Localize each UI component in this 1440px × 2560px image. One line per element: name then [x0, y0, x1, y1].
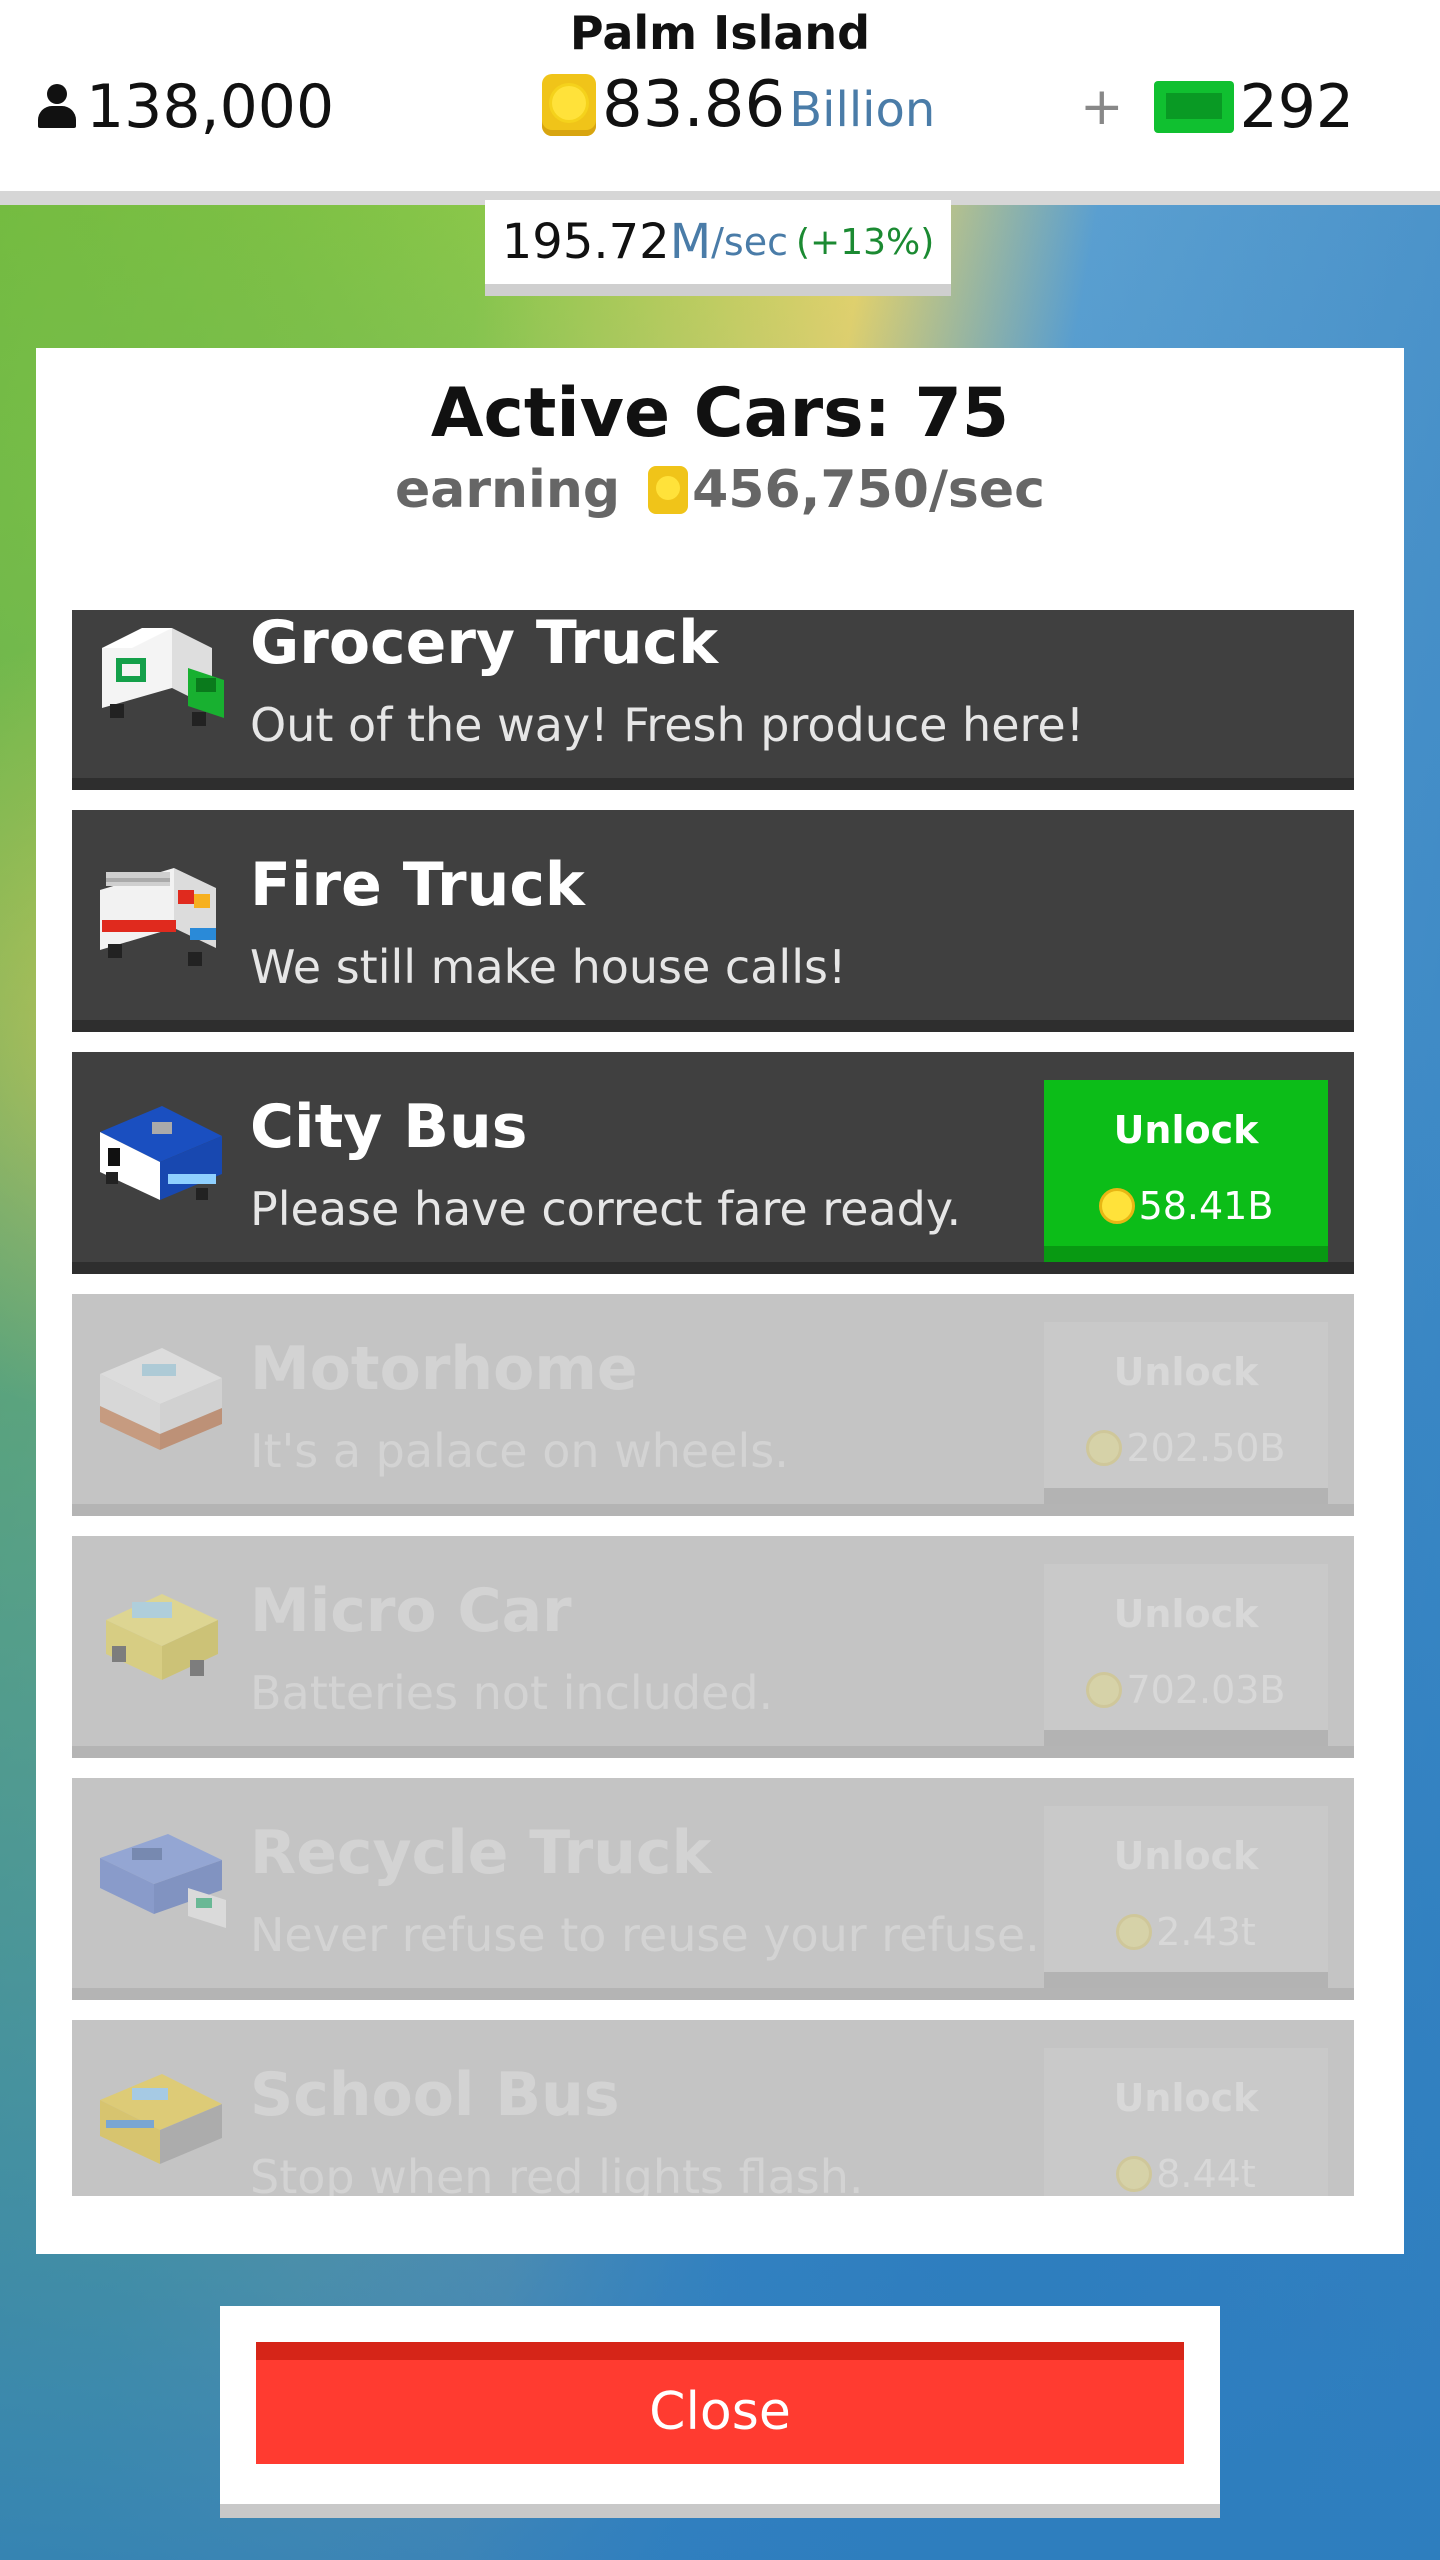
vehicle-row-recycle-truck: Recycle Truck Never refuse to reuse your…	[72, 1778, 1354, 2000]
panel-title: Active Cars: 75	[430, 374, 1010, 453]
unlock-label: Unlock	[1113, 2076, 1259, 2120]
vehicle-row-micro-car: Micro Car Batteries not included. Unlock…	[72, 1536, 1354, 1758]
unlock-price: 8.44t	[1044, 2152, 1328, 2196]
population-value: 138,000	[86, 72, 335, 142]
unlock-city-bus-button[interactable]: Unlock 58.41B	[1044, 1080, 1328, 1262]
vehicle-row-fire-truck: Fire Truck We still make house calls!	[72, 810, 1354, 1032]
recycle-truck-icon	[100, 1834, 226, 1928]
vehicle-name: Fire Truck	[250, 850, 585, 920]
school-bus-icon	[100, 2074, 222, 2164]
income-rate-tab: 195.72 M /sec (+13%)	[485, 200, 951, 296]
coin-icon	[542, 74, 596, 136]
unlock-recycle-truck-button[interactable]: Unlock 2.43t	[1044, 1806, 1328, 1988]
unlock-price: 702.03B	[1044, 1668, 1328, 1712]
vehicle-desc: Please have correct fare ready.	[250, 1182, 962, 1236]
cash-bill-icon	[1153, 81, 1234, 133]
active-cars-panel: Active Cars: 75 earning 456,750/sec Groc…	[36, 348, 1404, 2254]
rate-value: 195.72	[501, 214, 670, 270]
unlock-motorhome-button[interactable]: Unlock 202.50B	[1044, 1322, 1328, 1504]
vehicle-desc: Stop when red lights flash.	[250, 2150, 864, 2196]
add-cash-plus[interactable]: +	[1080, 77, 1124, 137]
vehicle-desc: Never refuse to reuse your refuse.	[250, 1908, 1040, 1962]
vehicle-list[interactable]: Grocery Truck Out of the way! Fresh prod…	[72, 610, 1354, 2196]
earning-line: earning 456,750/sec	[36, 460, 1404, 520]
unlock-price: 58.41B	[1044, 1184, 1328, 1228]
vehicle-desc: Batteries not included.	[250, 1666, 774, 1720]
population-display: 138,000	[36, 72, 334, 142]
vehicle-row-grocery-truck: Grocery Truck Out of the way! Fresh prod…	[72, 610, 1354, 790]
coin-icon	[1116, 1914, 1153, 1950]
coin-icon	[1116, 2156, 1153, 2192]
vehicle-name: School Bus	[250, 2060, 620, 2130]
vehicle-name: Motorhome	[250, 1334, 638, 1404]
vehicle-name: City Bus	[250, 1092, 528, 1162]
vehicle-row-motorhome: Motorhome It's a palace on wheels. Unloc…	[72, 1294, 1354, 1516]
money-value: 83.86	[602, 68, 786, 142]
coin-icon	[1086, 1430, 1123, 1466]
unlock-micro-car-button[interactable]: Unlock 702.03B	[1044, 1564, 1328, 1746]
unlock-price-value: 8.44t	[1156, 2152, 1256, 2196]
close-button-container: Close	[220, 2306, 1220, 2518]
unlock-label: Unlock	[1113, 1108, 1259, 1152]
rate-bonus: (+13%)	[795, 221, 935, 263]
unlock-label: Unlock	[1113, 1350, 1259, 1394]
vehicle-desc: It's a palace on wheels.	[250, 1424, 789, 1478]
coin-icon	[1086, 1672, 1123, 1708]
money-unit: Billion	[789, 82, 936, 138]
motorhome-icon	[100, 1348, 222, 1450]
vehicle-row-city-bus: City Bus Please have correct fare ready.…	[72, 1052, 1354, 1274]
unlock-price: 202.50B	[1044, 1426, 1328, 1470]
money-display: 83.86 Billion	[542, 68, 935, 142]
cash-value: 292	[1239, 72, 1355, 142]
unlock-label: Unlock	[1113, 1592, 1259, 1636]
rate-per: /sec	[711, 220, 788, 264]
grocery-truck-icon	[102, 628, 224, 726]
coin-icon	[648, 466, 689, 514]
earning-label: earning	[395, 460, 621, 520]
unlock-label: Unlock	[1113, 1834, 1259, 1878]
micro-car-icon	[106, 1594, 218, 1680]
cash-display[interactable]: + 292	[1080, 72, 1354, 142]
unlock-price-value: 202.50B	[1126, 1426, 1286, 1470]
coin-icon	[1098, 1188, 1135, 1224]
island-name: Palm Island	[569, 6, 871, 60]
vehicle-name: Micro Car	[250, 1576, 572, 1646]
vehicle-row-school-bus: School Bus Stop when red lights flash. U…	[72, 2020, 1354, 2196]
unlock-price: 2.43t	[1044, 1910, 1328, 1954]
person-icon	[36, 84, 78, 130]
earning-value: 456,750/sec	[692, 460, 1045, 520]
unlock-price-value: 58.41B	[1138, 1184, 1274, 1228]
vehicle-desc: We still make house calls!	[250, 940, 847, 994]
unlock-school-bus-button[interactable]: Unlock 8.44t	[1044, 2048, 1328, 2196]
unlock-price-value: 2.43t	[1156, 1910, 1256, 1954]
vehicle-desc: Out of the way! Fresh produce here!	[250, 698, 1085, 752]
close-button[interactable]: Close	[256, 2342, 1184, 2464]
vehicle-name: Grocery Truck	[250, 610, 719, 678]
fire-truck-icon	[100, 868, 216, 966]
vehicle-name: Recycle Truck	[250, 1818, 712, 1888]
top-status-bar: Palm Island 138,000 83.86 Billion + 292	[0, 0, 1440, 205]
unlock-price-value: 702.03B	[1126, 1668, 1286, 1712]
rate-unit: M	[669, 214, 712, 270]
city-bus-icon	[100, 1106, 222, 1200]
